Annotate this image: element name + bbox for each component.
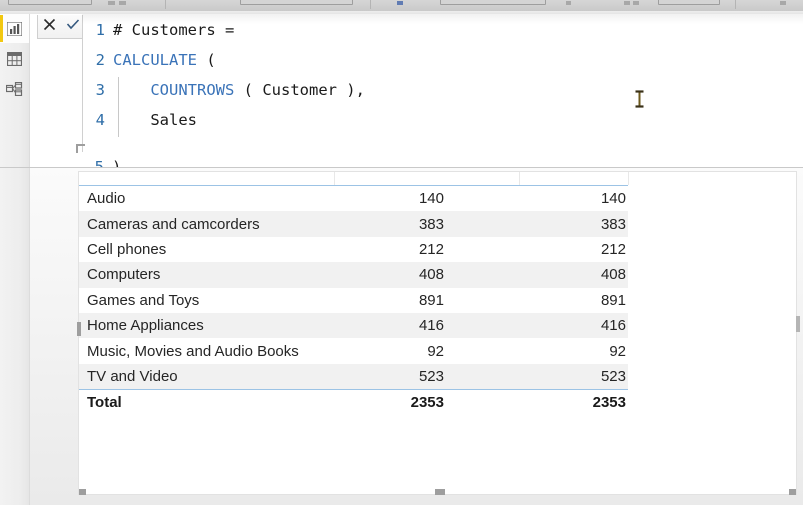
ribbon-icon[interactable] [633, 1, 639, 5]
row-value-1: 92 [427, 342, 444, 360]
row-category: Games and Toys [87, 291, 200, 309]
row-value-1: 140 [418, 190, 444, 208]
ribbon-icon[interactable] [108, 1, 115, 5]
report-canvas[interactable]: Audio 140 140 Cameras and camcorders 383… [30, 144, 803, 505]
commit-formula-button[interactable] [62, 16, 83, 37]
line-number: 2 [95, 51, 105, 69]
table-row[interactable]: Computers 408 408 [79, 262, 628, 288]
formula-bar: 1 # Customers = 2 CALCULATE ( 3 COUNTROW… [30, 14, 803, 182]
row-category: Audio [87, 190, 126, 208]
ribbon-icon[interactable] [624, 1, 630, 5]
row-value-2: 212 [600, 240, 626, 258]
row-value-1: 891 [418, 291, 444, 309]
column-divider[interactable] [519, 172, 520, 185]
table-row[interactable]: TV and Video 523 523 [79, 363, 628, 390]
visual-corner-marker [76, 144, 85, 153]
table-row[interactable]: Music, Movies and Audio Books 92 92 [79, 338, 628, 363]
bar-chart-icon [7, 21, 22, 36]
table-body: Audio 140 140 Cameras and camcorders 383… [79, 185, 628, 416]
resize-handle-bottom-center[interactable] [435, 489, 445, 495]
row-value-1: 408 [418, 266, 444, 284]
relationship-model-icon [6, 81, 23, 96]
table-row[interactable]: Cell phones 212 212 [79, 237, 628, 262]
row-value-2: 92 [609, 342, 626, 360]
total-value-1: 2353 [410, 394, 444, 412]
row-value-2: 383 [600, 215, 626, 233]
code-content: Sales [113, 111, 197, 129]
ribbon-separator [165, 0, 166, 9]
row-category: Computers [87, 266, 161, 284]
dax-function-token: CALCULATE [113, 51, 197, 69]
row-value-1: 416 [418, 317, 444, 335]
row-category: Cell phones [87, 240, 167, 258]
table-row[interactable]: Games and Toys 891 891 [79, 288, 628, 313]
row-category: Music, Movies and Audio Books [87, 342, 299, 360]
ribbon-icon[interactable] [780, 1, 786, 5]
row-value-2: 523 [600, 367, 626, 385]
table-row[interactable]: Audio 140 140 [79, 186, 628, 211]
ribbon-control[interactable] [440, 0, 546, 5]
row-value-2: 140 [600, 190, 626, 208]
table-row[interactable]: Cameras and camcorders 383 383 [79, 211, 628, 237]
code-line[interactable]: 2 CALCULATE ( [83, 45, 803, 75]
line-number: 3 [95, 81, 105, 99]
row-value-2: 891 [600, 291, 626, 309]
resize-handle-left[interactable] [77, 322, 81, 336]
code-line[interactable]: 3 COUNTROWS ( Customer ), [83, 75, 803, 105]
total-label: Total [87, 394, 122, 412]
ribbon-control[interactable] [240, 0, 353, 5]
sidebar-item-model-view[interactable] [0, 74, 29, 103]
close-icon [43, 18, 56, 36]
resize-handle-bottom-left[interactable] [79, 489, 86, 495]
column-divider[interactable] [334, 172, 335, 185]
cancel-formula-button[interactable] [39, 16, 60, 37]
row-value-2: 416 [600, 317, 626, 335]
checkmark-icon [66, 18, 80, 36]
formula-action-buttons [37, 15, 85, 39]
dax-formula-input[interactable]: 1 # Customers = 2 CALCULATE ( 3 COUNTROW… [82, 15, 803, 167]
line-number: 4 [95, 111, 105, 129]
resize-handle-right[interactable] [796, 316, 800, 332]
ribbon-control[interactable] [8, 0, 92, 5]
row-category: Cameras and camcorders [87, 215, 260, 233]
table-total-row[interactable]: Total 2353 2353 [79, 389, 628, 416]
sidebar-item-report-view[interactable] [0, 14, 29, 43]
table-row[interactable]: Home Appliances 416 416 [79, 312, 628, 339]
row-value-1: 212 [418, 240, 444, 258]
row-value-1: 523 [418, 367, 444, 385]
ribbon-control[interactable] [658, 0, 720, 5]
row-category: Home Appliances [87, 317, 204, 335]
dax-function-token: COUNTROWS [150, 81, 235, 99]
ribbon-icon[interactable] [119, 1, 126, 5]
table-visual[interactable]: Audio 140 140 Cameras and camcorders 383… [77, 171, 797, 495]
table-column-headers[interactable] [79, 172, 796, 185]
resize-handle-bottom-right[interactable] [789, 489, 796, 495]
code-content: CALCULATE ( [113, 51, 216, 69]
total-value-2: 2353 [592, 394, 626, 412]
sidebar-item-data-view[interactable] [0, 44, 29, 73]
ribbon-strip [0, 0, 803, 11]
code-line[interactable]: 1 # Customers = [83, 15, 803, 45]
ribbon-separator [370, 0, 371, 9]
row-category: TV and Video [87, 367, 178, 385]
code-content: # Customers = [113, 21, 235, 39]
view-switcher-rail [0, 14, 30, 505]
code-line[interactable]: 4 Sales [83, 105, 803, 135]
line-number: 1 [95, 21, 105, 39]
ribbon-icon[interactable] [397, 1, 403, 5]
ribbon-icon[interactable] [566, 1, 571, 5]
row-value-2: 408 [600, 266, 626, 284]
ribbon-separator [735, 0, 736, 9]
table-grid-icon [7, 51, 22, 66]
column-divider[interactable] [628, 172, 629, 185]
code-content: COUNTROWS ( Customer ), [150, 81, 365, 99]
row-value-1: 383 [418, 215, 444, 233]
